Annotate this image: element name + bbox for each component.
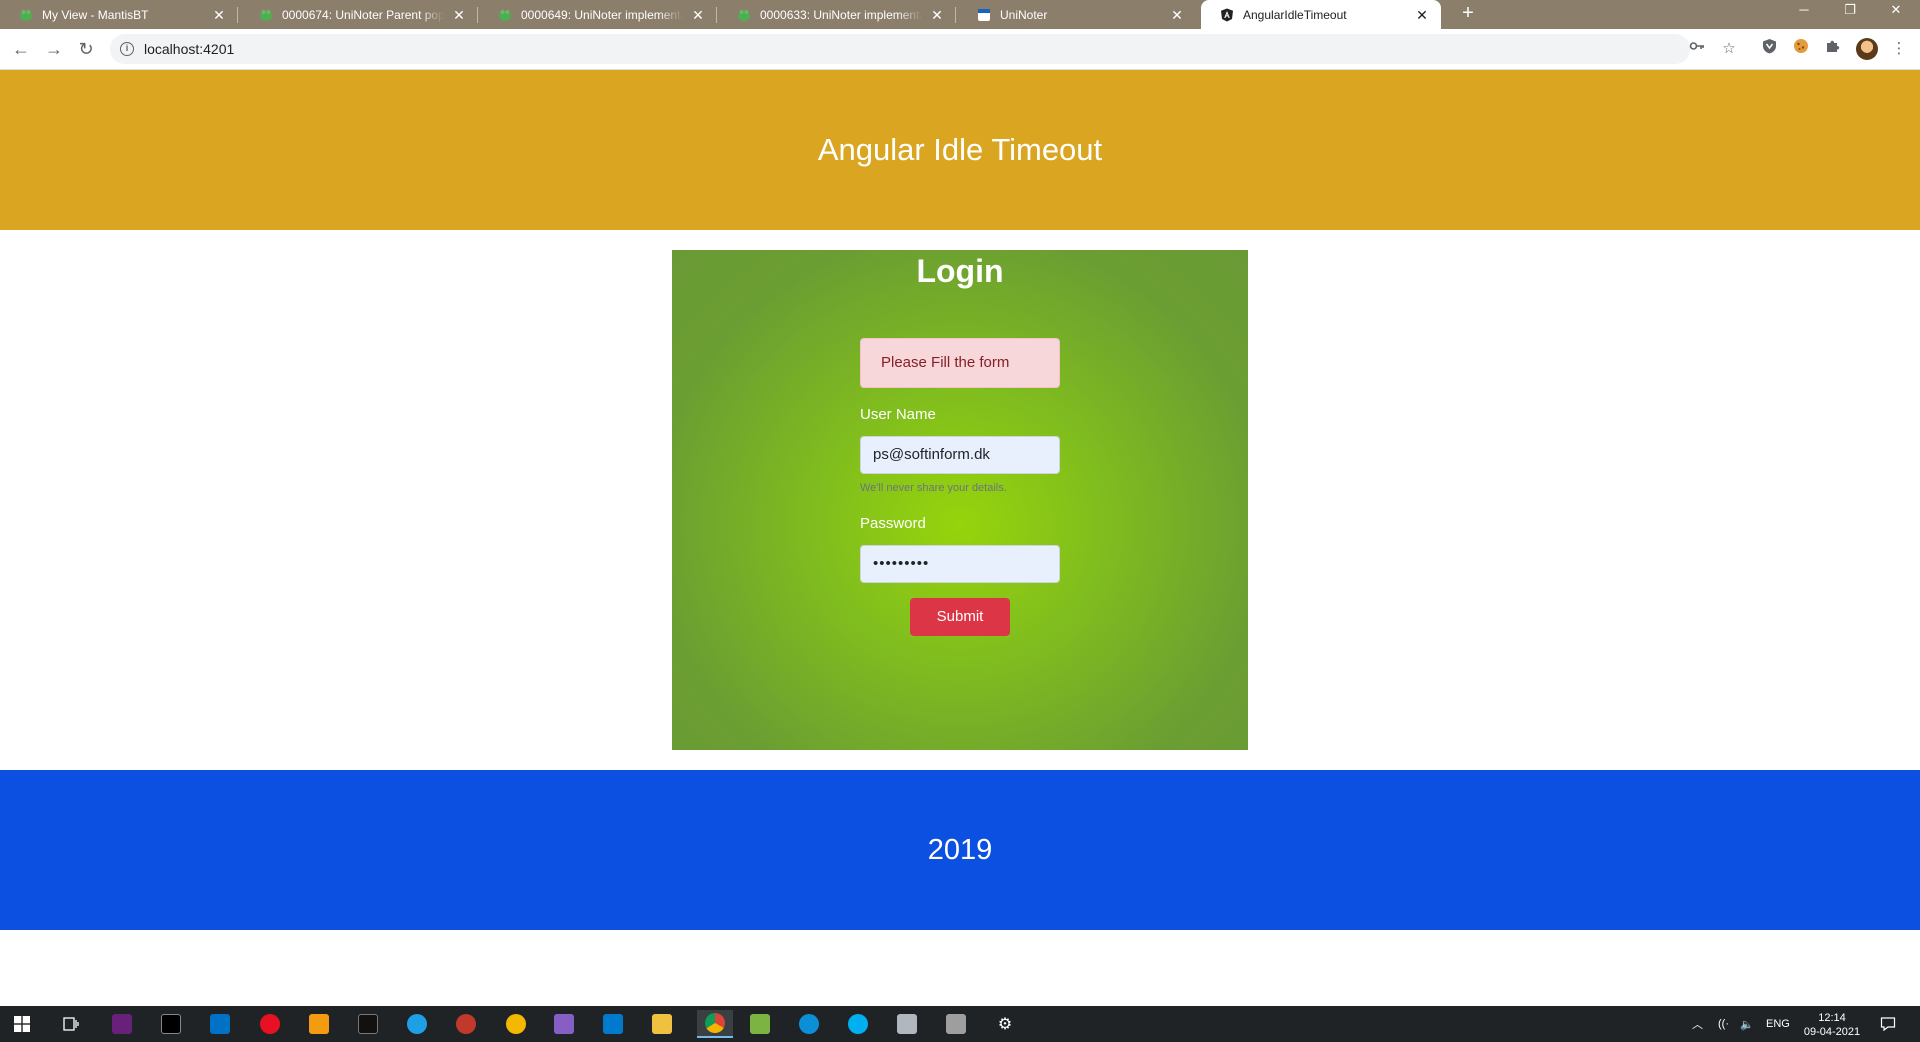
internet-explorer-icon[interactable] [403,1010,431,1038]
mantis-frog-icon [736,7,752,23]
language-indicator[interactable]: ENG [1766,1006,1790,1042]
url-text: localhost:4201 [144,41,235,57]
media-player-icon[interactable] [305,1010,333,1038]
tab-title: AngularIdleTimeout [1243,7,1347,22]
tab-title: My View - MantisBT [42,7,149,22]
browser-tab-strip: My View - MantisBT ✕ 0000674: UniNoter P… [0,0,1920,29]
windows-taskbar: ⚙ ︿ ((· 🔈 ENG 12:14 09-04-2021 [0,1006,1920,1042]
notepad-icon[interactable] [746,1010,774,1038]
username-help-text: We'll never share your details. [860,482,1007,494]
visual-studio-2-icon[interactable] [550,1010,578,1038]
password-label: Password [860,515,926,532]
page-title: Angular Idle Timeout [817,132,1103,167]
back-button[interactable]: ← [7,35,35,63]
tab-title: 0000649: UniNoter implementatio [521,7,683,22]
close-icon[interactable]: ✕ [450,6,468,24]
vscode-icon[interactable] [599,1010,627,1038]
sql-server-icon[interactable] [893,1010,921,1038]
volume-icon[interactable]: 🔈 [1740,1006,1754,1042]
chrome-canary-icon[interactable] [502,1010,530,1038]
close-icon[interactable]: ✕ [1168,6,1186,24]
mantis-app-icon[interactable] [452,1010,480,1038]
tab-title: UniNoter [1000,7,1048,22]
page-header: Angular Idle Timeout [0,70,1920,230]
task-view-icon[interactable] [57,1010,85,1038]
taskbar-clock[interactable]: 12:14 09-04-2021 [1792,1011,1872,1039]
mantis-frog-icon [258,7,274,23]
tab-separator [237,7,238,23]
file-explorer-icon[interactable] [648,1010,676,1038]
submit-button[interactable]: Submit [910,598,1010,636]
window-close-button[interactable]: ✕ [1873,0,1919,29]
browser-toolbar: ← → ↻ i localhost:4201 ☆ ⋮ [0,29,1920,70]
site-info-icon[interactable]: i [120,42,134,56]
tab-separator [477,7,478,23]
command-prompt-icon[interactable] [354,1010,382,1038]
shield-extension-icon[interactable] [1758,38,1780,60]
tab-title: 0000674: UniNoter Parent popup [282,7,444,22]
terminal-icon[interactable] [157,1010,185,1038]
profile-avatar[interactable] [1856,38,1878,60]
new-tab-button[interactable]: + [1454,0,1482,29]
footer-text: 2019 [927,833,993,866]
clock-time: 12:14 [1818,1012,1846,1024]
reload-button[interactable]: ↻ [72,35,100,63]
tab-title: 0000633: UniNoter implementatio [760,7,922,22]
browser-tab-active[interactable]: AngularIdleTimeout ✕ [1201,0,1441,29]
menu-kebab-icon[interactable]: ⋮ [1888,38,1910,60]
minimize-button[interactable]: ─ [1781,0,1827,29]
close-icon[interactable]: ✕ [928,6,946,24]
skype-icon[interactable] [844,1010,872,1038]
address-bar[interactable]: i localhost:4201 [110,34,1690,64]
edge-icon[interactable] [795,1010,823,1038]
tab-separator [716,7,717,23]
restore-button[interactable]: ❐ [1827,0,1873,29]
angular-icon [1219,7,1235,23]
tab-separator [955,7,956,23]
cookie-extension-icon[interactable] [1790,38,1812,60]
page-footer: 2019 [0,770,1920,930]
tray-chevron-icon[interactable]: ︿ [1692,1006,1703,1042]
browser-tab[interactable]: 0000633: UniNoter implementatio ✕ [718,0,956,29]
username-label: User Name [860,406,936,423]
clock-date: 09-04-2021 [1803,1026,1861,1038]
visual-studio-icon[interactable] [108,1010,136,1038]
chrome-icon[interactable] [697,1010,733,1038]
extensions-puzzle-icon[interactable] [1822,38,1844,60]
close-icon[interactable]: ✕ [210,6,228,24]
network-icon[interactable]: ((· [1718,1006,1729,1042]
bookmark-star-icon[interactable]: ☆ [1718,38,1740,60]
close-icon[interactable]: ✕ [689,6,707,24]
settings-gear-icon[interactable]: ⚙ [991,1010,1019,1038]
browser-tab[interactable]: 0000649: UniNoter implementatio ✕ [479,0,717,29]
browser-tab[interactable]: UniNoter ✕ [958,0,1196,29]
forward-button[interactable]: → [40,35,68,63]
remote-tools-icon[interactable] [942,1010,970,1038]
password-input[interactable]: ••••••••• [860,545,1060,583]
browser-tab[interactable]: My View - MantisBT ✕ [0,0,238,29]
close-icon[interactable]: ✕ [1413,6,1431,24]
browser-tab[interactable]: 0000674: UniNoter Parent popup ✕ [240,0,478,29]
login-title: Login [916,253,1004,289]
form-alert: Please Fill the form [860,338,1060,388]
windows-start-icon[interactable] [8,1010,36,1038]
key-icon[interactable] [1686,38,1708,60]
mantis-frog-icon [18,7,34,23]
uninoter-icon [976,7,992,23]
username-input[interactable]: ps@softinform.dk [860,436,1060,474]
notifications-icon[interactable] [1880,1006,1896,1042]
mantis-frog-icon [497,7,513,23]
opera-icon[interactable] [256,1010,284,1038]
login-card: Login Please Fill the form User Name ps@… [672,250,1248,750]
outlook-icon[interactable] [206,1010,234,1038]
